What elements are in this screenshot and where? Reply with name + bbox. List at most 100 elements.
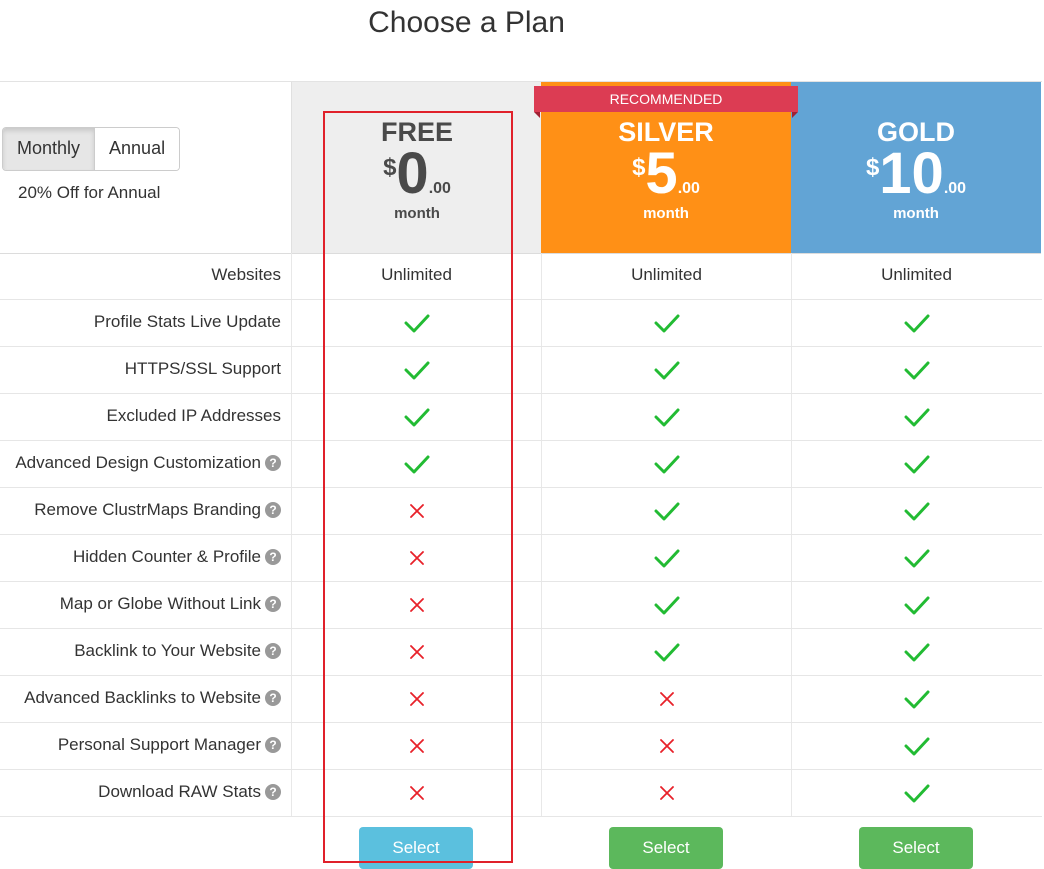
feature-label: Hidden Counter & Profile?: [0, 535, 281, 581]
table-row: Excluded IP Addresses: [0, 394, 1042, 441]
feature-value: Unlimited: [291, 253, 541, 299]
billing-toggle: Monthly Annual: [2, 127, 181, 171]
feature-label: Personal Support Manager?: [0, 723, 281, 769]
check-icon: [541, 347, 791, 393]
help-icon[interactable]: ?: [265, 549, 281, 565]
check-icon: [791, 676, 1041, 722]
table-row: Personal Support Manager?: [0, 723, 1042, 770]
help-icon[interactable]: ?: [265, 690, 281, 706]
cross-icon: [541, 723, 791, 769]
feature-label: Backlink to Your Website?: [0, 629, 281, 675]
check-icon: [291, 394, 541, 440]
table-row: Map or Globe Without Link?: [0, 582, 1042, 629]
check-icon: [791, 347, 1041, 393]
price-cents: .00: [677, 180, 700, 197]
price-amount: 10: [879, 141, 944, 206]
check-icon: [291, 441, 541, 487]
check-icon: [541, 394, 791, 440]
currency-symbol: $: [383, 154, 397, 181]
feature-label: Download RAW Stats?: [0, 770, 281, 816]
table-row: Websites Unlimited Unlimited Unlimited: [0, 253, 1042, 300]
select-gold-button[interactable]: Select: [859, 827, 973, 869]
help-icon[interactable]: ?: [265, 455, 281, 471]
check-icon: [791, 394, 1041, 440]
price-cents: .00: [428, 180, 451, 197]
check-icon: [791, 723, 1041, 769]
cross-icon: [541, 770, 791, 816]
price-cents: .00: [943, 180, 967, 197]
check-icon: [541, 629, 791, 675]
check-icon: [791, 770, 1041, 816]
cross-icon: [291, 582, 541, 628]
price-amount: 5: [645, 141, 678, 206]
feature-label-text: Remove ClustrMaps Branding: [34, 500, 261, 519]
price-amount: 0: [396, 141, 429, 206]
select-buttons-row: Select Select Select: [0, 817, 1042, 869]
check-icon: [541, 535, 791, 581]
table-row: Backlink to Your Website?: [0, 629, 1042, 676]
plan-price: $10.00: [791, 144, 1041, 204]
feature-label: Advanced Backlinks to Website?: [0, 676, 281, 722]
cross-icon: [291, 723, 541, 769]
help-icon[interactable]: ?: [265, 737, 281, 753]
feature-label: Advanced Design Customization?: [0, 441, 281, 487]
table-row: HTTPS/SSL Support: [0, 347, 1042, 394]
plan-price: $5.00: [541, 144, 791, 204]
recommended-ribbon: RECOMMENDED: [534, 86, 798, 118]
cross-icon: [291, 676, 541, 722]
check-icon: [791, 582, 1041, 628]
check-icon: [541, 488, 791, 534]
feature-label: Map or Globe Without Link?: [0, 582, 281, 628]
plan-price: $0.00: [292, 144, 542, 204]
select-free-button[interactable]: Select: [359, 827, 473, 869]
feature-label-text: Advanced Design Customization: [15, 453, 261, 472]
monthly-toggle-button[interactable]: Monthly: [3, 128, 96, 170]
plan-header-free: FREE $0.00 month: [291, 82, 542, 254]
help-icon[interactable]: ?: [265, 784, 281, 800]
check-icon: [541, 300, 791, 346]
feature-label: Excluded IP Addresses: [0, 394, 281, 440]
cross-icon: [291, 535, 541, 581]
plan-period: month: [893, 205, 939, 222]
table-row: Remove ClustrMaps Branding?: [0, 488, 1042, 535]
cross-icon: [541, 676, 791, 722]
cross-icon: [291, 488, 541, 534]
feature-label-text: HTTPS/SSL Support: [124, 359, 281, 378]
check-icon: [541, 582, 791, 628]
feature-value: Unlimited: [791, 253, 1041, 299]
plan-header-gold: GOLD $10.00 month: [791, 82, 1041, 254]
check-icon: [291, 347, 541, 393]
feature-label: Remove ClustrMaps Branding?: [0, 488, 281, 534]
feature-label-text: Websites: [211, 265, 281, 284]
feature-label: Websites: [0, 253, 281, 299]
check-icon: [791, 535, 1041, 581]
table-row: Download RAW Stats?: [0, 770, 1042, 817]
feature-label-text: Download RAW Stats: [98, 782, 261, 801]
table-row: Advanced Design Customization?: [0, 441, 1042, 488]
select-silver-button[interactable]: Select: [609, 827, 723, 869]
help-icon[interactable]: ?: [265, 502, 281, 518]
feature-label: HTTPS/SSL Support: [0, 347, 281, 393]
feature-label-text: Hidden Counter & Profile: [72, 547, 261, 566]
discount-note: 20% Off for Annual: [18, 183, 161, 202]
page-title: Choose a Plan: [368, 6, 565, 39]
plan-period: month: [394, 205, 440, 222]
help-icon[interactable]: ?: [265, 596, 281, 612]
currency-symbol: $: [632, 154, 646, 181]
cross-icon: [291, 629, 541, 675]
feature-label-text: Advanced Backlinks to Website: [24, 688, 261, 707]
check-icon: [791, 441, 1041, 487]
check-icon: [791, 629, 1041, 675]
cross-icon: [291, 770, 541, 816]
help-icon[interactable]: ?: [265, 643, 281, 659]
feature-label-text: Map or Globe Without Link: [59, 594, 261, 613]
check-icon: [291, 300, 541, 346]
annual-toggle-button[interactable]: Annual: [95, 128, 180, 170]
feature-label-text: Excluded IP Addresses: [106, 406, 281, 425]
check-icon: [791, 300, 1041, 346]
check-icon: [791, 488, 1041, 534]
feature-label-text: Backlink to Your Website: [74, 641, 261, 660]
check-icon: [541, 441, 791, 487]
feature-label-text: Personal Support Manager: [57, 735, 261, 754]
feature-value: Unlimited: [541, 253, 791, 299]
